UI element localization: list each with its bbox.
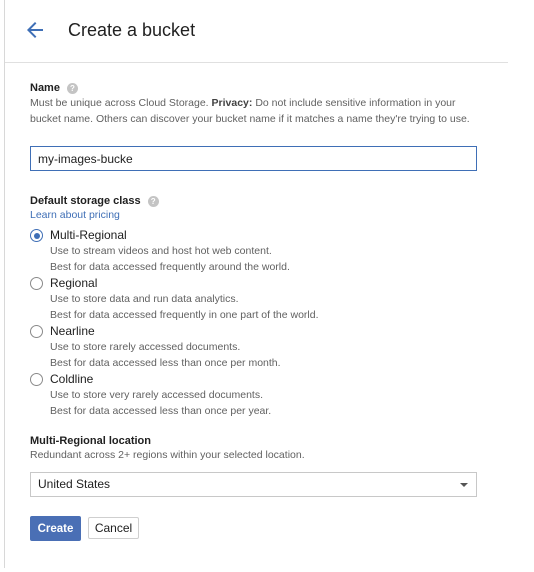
location-select[interactable]: United States bbox=[30, 472, 477, 497]
caret-down-icon bbox=[460, 483, 468, 487]
option-desc: Use to store rarely accessed documents. bbox=[50, 341, 241, 353]
bucket-name-input[interactable] bbox=[30, 146, 477, 171]
help-icon[interactable]: ? bbox=[66, 82, 78, 94]
storage-option-coldline[interactable]: Coldline Use to store very rarely access… bbox=[30, 371, 470, 417]
option-desc: Best for data accessed less than once pe… bbox=[50, 357, 281, 369]
learn-pricing-link[interactable]: Learn about pricing bbox=[30, 207, 120, 223]
option-title: Nearline bbox=[50, 324, 95, 338]
option-title: Multi-Regional bbox=[50, 228, 127, 242]
location-selected-value: United States bbox=[38, 477, 111, 491]
name-label: Name bbox=[30, 82, 60, 94]
arrow-left-icon bbox=[27, 22, 43, 38]
option-desc: Use to store data and run data analytics… bbox=[50, 293, 239, 305]
storage-option-nearline[interactable]: Nearline Use to store rarely accessed do… bbox=[30, 323, 470, 369]
option-title: Regional bbox=[50, 276, 98, 290]
page-header: Create a bucket bbox=[5, 0, 508, 63]
location-hint: Redundant across 2+ regions within your … bbox=[30, 449, 305, 461]
option-title: Coldline bbox=[50, 372, 94, 386]
storage-option-multi-regional[interactable]: Multi-Regional Use to stream videos and … bbox=[30, 227, 470, 273]
radio-button[interactable] bbox=[30, 325, 43, 338]
option-desc: Best for data accessed less than once pe… bbox=[50, 405, 272, 417]
option-desc: Use to store very rarely accessed docume… bbox=[50, 389, 264, 401]
page-title: Create a bucket bbox=[68, 20, 196, 40]
name-field-label: Name ? bbox=[30, 80, 78, 96]
option-desc: Use to stream videos and host hot web co… bbox=[50, 245, 272, 257]
name-hint: Must be unique across Cloud Storage. Pri… bbox=[30, 97, 470, 125]
radio-button[interactable] bbox=[30, 229, 43, 242]
option-desc: Best for data accessed frequently around… bbox=[50, 261, 290, 273]
storage-option-regional[interactable]: Regional Use to store data and run data … bbox=[30, 275, 470, 321]
cancel-button[interactable]: Cancel bbox=[88, 517, 139, 539]
back-button[interactable] bbox=[23, 18, 47, 42]
page-left-border bbox=[4, 0, 5, 568]
create-button[interactable]: Create bbox=[30, 516, 81, 541]
radio-button[interactable] bbox=[30, 373, 43, 386]
radio-button[interactable] bbox=[30, 277, 43, 290]
option-desc: Best for data accessed frequently in one… bbox=[50, 309, 319, 321]
help-icon[interactable]: ? bbox=[147, 195, 159, 207]
